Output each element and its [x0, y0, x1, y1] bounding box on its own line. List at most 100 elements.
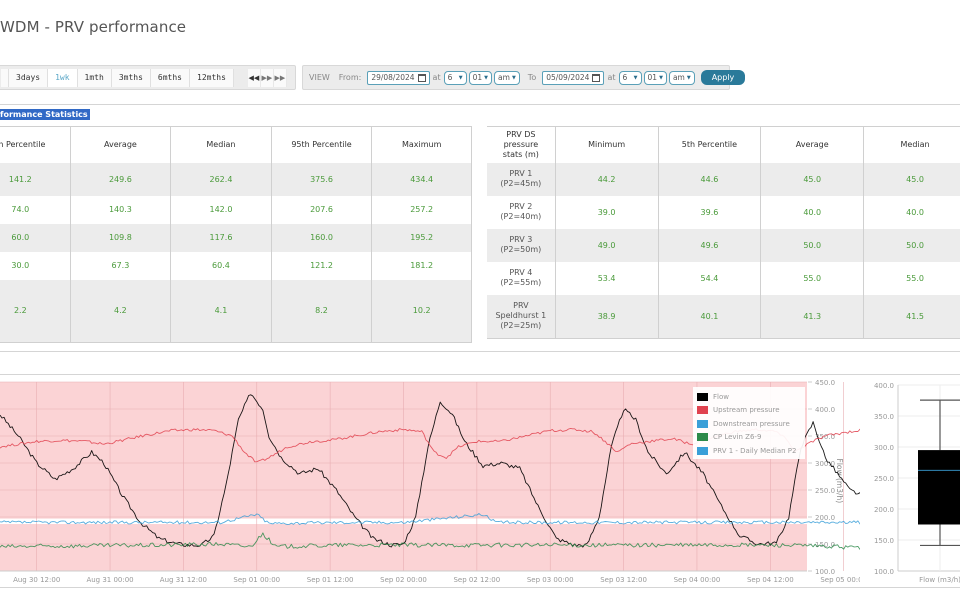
x-tick-label: Sep 04 00:00 [674, 576, 721, 584]
chevron-down-icon: ▼ [686, 74, 691, 81]
legend-item[interactable]: CP Levin Z6-9 [697, 431, 801, 445]
x-tick-label: Sep 03 12:00 [600, 576, 647, 584]
chevron-down-icon: ▼ [633, 74, 638, 81]
table-cell: 249.6 [69, 162, 171, 196]
row-label: PRV Speldhurst 1 (P2=25m) [487, 294, 556, 339]
from-minute-select[interactable]: 01 ▼ [468, 70, 493, 85]
table-cell: 207.6 [270, 195, 372, 224]
table-cell: 434.4 [371, 162, 472, 196]
from-ampm-select[interactable]: am ▼ [494, 70, 520, 85]
table-cell: 142.0 [170, 195, 272, 224]
section-title: formance Statistics [0, 109, 90, 120]
to-minute-select[interactable]: 01 ▼ [643, 70, 667, 85]
fast-forward-icon[interactable]: ▶▶ [260, 68, 274, 87]
table-cell: 195.2 [371, 223, 472, 252]
x-tick-label: Sep 05 00:00 [820, 576, 860, 584]
to-ampm-value: am [672, 72, 685, 82]
legend-label: Upstream pressure [713, 406, 780, 415]
table-row: 74.0 140.3 142.0 207.6 257.2 [0, 195, 472, 224]
calendar-icon[interactable] [592, 73, 601, 82]
table-cell: 40.1 [657, 294, 761, 339]
from-ampm-value: am [498, 72, 510, 82]
x-tick-label: Sep 02 00:00 [380, 576, 427, 584]
x-category-label: Flow (m3/h) [919, 576, 960, 584]
chevron-down-icon: ▼ [659, 74, 663, 81]
calendar-icon[interactable] [417, 73, 426, 82]
range-button-6mths[interactable]: 6mths [150, 68, 190, 87]
table-cell: 45.0 [760, 162, 864, 196]
legend-item[interactable]: PRV 1 - Daily Median P2 [697, 444, 801, 458]
y-tick-label: 100.0 [815, 568, 835, 576]
y-tick-label: 200.0 [874, 506, 894, 514]
table-cell: 55.0 [863, 261, 960, 295]
table-cell: 45.0 [863, 162, 960, 196]
divider [0, 351, 960, 352]
column-header: Median [863, 126, 960, 163]
column-header: Average [69, 126, 171, 163]
table-row: 2.2 4.2 4.1 8.2 10.2 [0, 279, 472, 343]
x-tick-label: Aug 31 00:00 [86, 576, 133, 584]
x-tick-label: Sep 01 00:00 [233, 576, 280, 584]
table-cell: 44.6 [657, 162, 761, 196]
from-hour-select[interactable]: 6 ▼ [443, 70, 467, 85]
column-header: Maximum [371, 126, 472, 163]
at-label: at [432, 73, 441, 82]
table-row: PRV 3 (P2=50m) 49.0 49.6 50.0 50.0 [487, 228, 960, 262]
table-cell: 40.0 [760, 195, 864, 229]
y-tick-label: 250.0 [815, 487, 835, 495]
table-row: PRV Speldhurst 1 (P2=25m) 38.9 40.1 41.3 41.… [487, 294, 960, 339]
legend-item[interactable]: Downstream pressure [697, 417, 801, 431]
x-tick-label: Sep 02 12:00 [453, 576, 500, 584]
legend-swatch [697, 406, 708, 415]
y-tick-label: 350.0 [874, 413, 894, 421]
table-row: PRV 1 (P2=45m) 44.2 44.6 45.0 45.0 [487, 162, 960, 196]
x-tick-label: Aug 31 12:00 [160, 576, 207, 584]
table-cell: 60.4 [170, 251, 272, 280]
range-button-prev[interactable] [1, 68, 9, 87]
table-cell: 39.6 [657, 195, 761, 229]
table-cell: 49.6 [657, 228, 761, 262]
to-hour-select[interactable]: 6 ▼ [618, 70, 642, 85]
legend-label: CP Levin Z6-9 [713, 433, 762, 442]
legend-label: Downstream pressure [713, 419, 790, 428]
from-minute-value: 01 [472, 72, 483, 82]
table-cell: 375.6 [270, 162, 372, 196]
table-cell: 67.3 [69, 251, 171, 280]
column-header: 5th Percentile [657, 126, 761, 163]
range-button-12mths[interactable]: 12mths [190, 68, 234, 87]
from-date-field[interactable]: 29/08/2024 [367, 70, 430, 85]
legend-item[interactable]: Upstream pressure [697, 404, 801, 418]
range-button-1wk[interactable]: 1wk [48, 68, 78, 87]
table-cell: 2.2 [0, 279, 71, 343]
y-tick-label: 300.0 [874, 444, 894, 452]
table-cell: 4.1 [170, 279, 272, 343]
legend-swatch [697, 446, 708, 455]
row-label: PRV 1 (P2=45m) [487, 162, 556, 196]
to-hour-value: 6 [622, 72, 628, 82]
to-minute-value: 01 [647, 72, 658, 82]
to-date-field[interactable]: 05/09/2024 [542, 70, 605, 85]
x-tick-label: Sep 01 12:00 [307, 576, 354, 584]
table-cell: 121.2 [270, 251, 372, 280]
from-date-value: 29/08/2024 [371, 72, 415, 82]
skip-end-icon[interactable]: ▶▶ [273, 68, 287, 87]
table-cell: 38.9 [554, 294, 659, 339]
y-tick-label: 400.0 [874, 382, 894, 390]
divider [0, 104, 960, 105]
rewind-icon[interactable]: ◀◀ [247, 68, 261, 87]
table-cell: 41.3 [760, 294, 864, 339]
range-button-3mths[interactable]: 3mths [111, 68, 151, 87]
row-label: PRV 4 (P2=55m) [487, 261, 556, 295]
legend-label: Flow [713, 392, 729, 401]
to-ampm-select[interactable]: am ▼ [668, 70, 695, 85]
at-label: at [607, 73, 616, 82]
legend-item[interactable]: Flow [697, 390, 801, 404]
from-hour-value: 6 [447, 72, 453, 82]
apply-button[interactable]: Apply [700, 70, 746, 85]
y-tick-label: 250.0 [874, 475, 894, 483]
table-cell: 40.0 [863, 195, 960, 229]
range-button-1mth[interactable]: 1mth [77, 68, 112, 87]
table-row: 141.2 249.6 262.4 375.6 434.4 [0, 162, 472, 196]
chevron-down-icon: ▼ [511, 74, 516, 81]
range-button-3days[interactable]: 3days [9, 68, 49, 87]
